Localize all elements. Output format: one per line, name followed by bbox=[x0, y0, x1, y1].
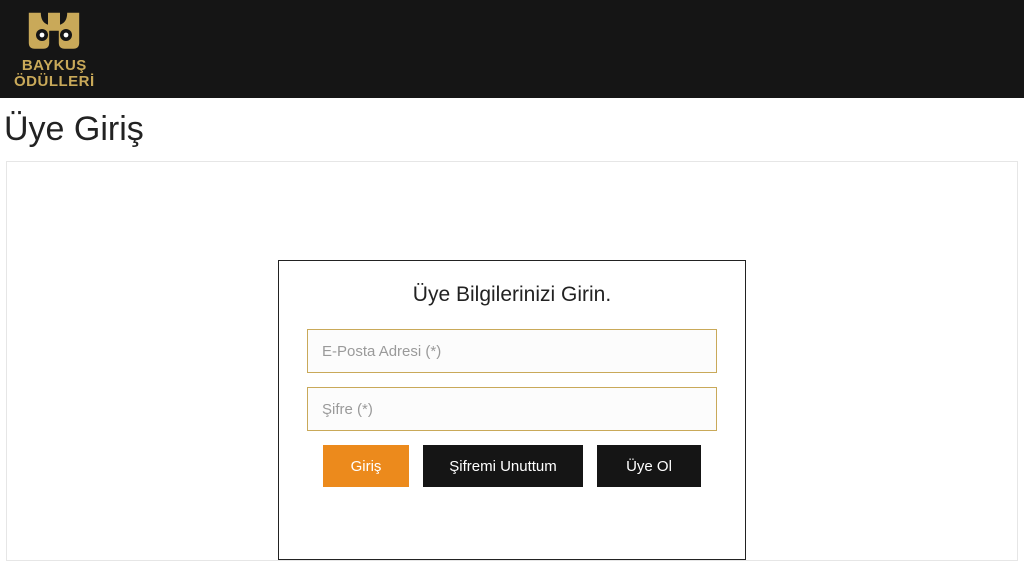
email-field[interactable] bbox=[307, 329, 717, 373]
site-header: BAYKUŞ ÖDÜLLERİ bbox=[0, 0, 1024, 98]
login-heading: Üye Bilgilerinizi Girin. bbox=[307, 283, 717, 307]
button-row: Giriş Şifremi Unuttum Üye Ol bbox=[307, 445, 717, 487]
content-panel: Üye Bilgilerinizi Girin. Giriş Şifremi U… bbox=[6, 161, 1018, 561]
login-button[interactable]: Giriş bbox=[323, 445, 409, 487]
login-form: Üye Bilgilerinizi Girin. Giriş Şifremi U… bbox=[278, 260, 746, 560]
brand-text: BAYKUŞ ÖDÜLLERİ bbox=[14, 58, 95, 90]
signup-button[interactable]: Üye Ol bbox=[597, 445, 701, 487]
brand-logo[interactable]: BAYKUŞ ÖDÜLLERİ bbox=[14, 8, 95, 90]
brand-line1: BAYKUŞ bbox=[14, 58, 95, 74]
forgot-password-button[interactable]: Şifremi Unuttum bbox=[423, 445, 583, 487]
password-field[interactable] bbox=[307, 387, 717, 431]
page-title: Üye Giriş bbox=[0, 98, 1024, 157]
brand-line2: ÖDÜLLERİ bbox=[14, 74, 95, 90]
owl-icon bbox=[24, 8, 84, 56]
